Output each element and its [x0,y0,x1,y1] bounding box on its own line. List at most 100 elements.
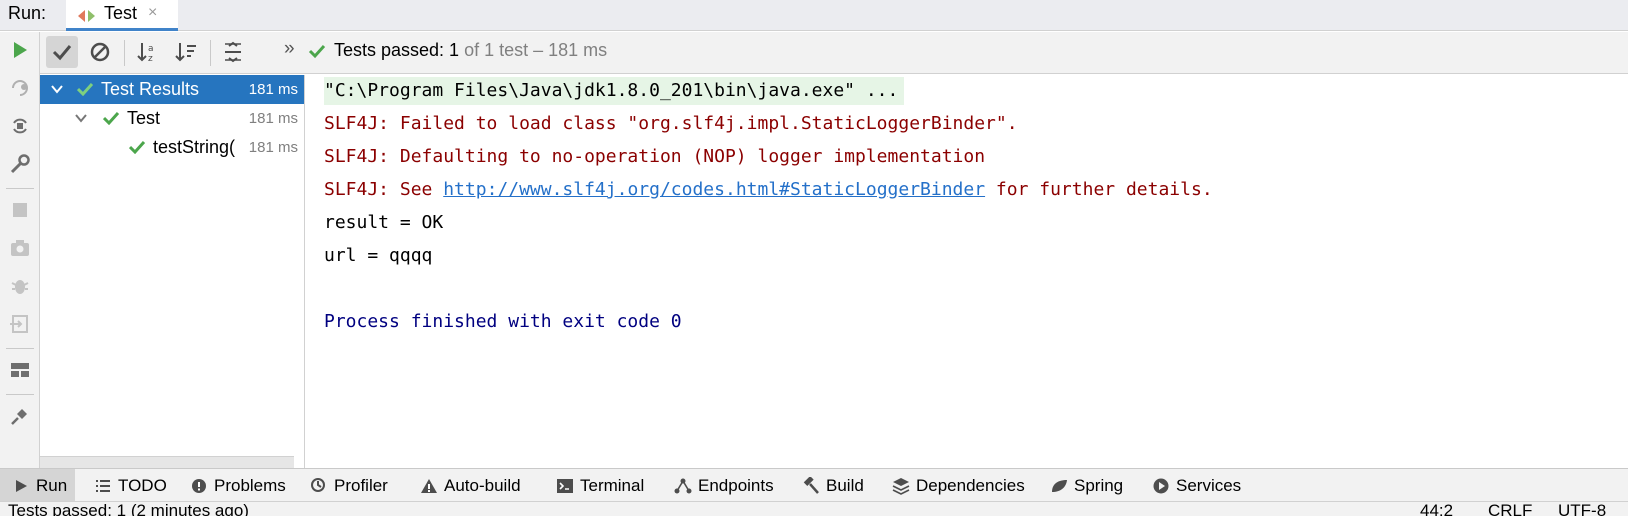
test-status-summary: Tests passed: 1 of 1 test – 181 ms [334,40,607,61]
toolbar-separator [6,394,34,395]
ide-run-window: Run: Test × a z » Tests passed: 1 of 1 t… [0,0,1628,516]
pin-tab-button[interactable] [8,404,32,428]
console-link[interactable]: http://www.slf4j.org/codes.html#StaticLo… [443,179,985,200]
test-tree: Test Results 181 ms Test 181 ms testStri… [40,75,305,468]
toolbar-separator [210,40,211,66]
ignored-icon [90,42,110,62]
sort-alpha-icon: az [137,43,154,63]
tool-tab-label: Endpoints [698,475,774,495]
tool-tab-label: Spring [1074,475,1124,495]
console-output[interactable]: "C:\Program Files\Java\jdk1.8.0_201\bin\… [306,75,1628,468]
tree-item-time: 181 ms [248,81,298,98]
layers-icon [892,477,910,495]
expand-all-button[interactable] [217,36,249,68]
chevron-down-icon[interactable] [51,83,63,95]
console-output-line: result = OK [324,212,444,233]
layout-button[interactable] [8,358,32,382]
tree-row-test-results[interactable]: Test Results 181 ms [40,75,304,104]
console-error-line: SLF4J: Failed to load class "org.slf4j.i… [324,113,1018,134]
run-label: Run: [8,3,47,23]
play-icon [14,42,27,58]
rerun-button[interactable] [8,38,32,62]
tree-item-time: 181 ms [248,139,298,156]
more-actions-button[interactable]: » [284,38,295,60]
tree-item-time: 181 ms [248,110,298,127]
tool-tab-services[interactable]: Services [1152,469,1241,502]
rerun-failed-icon [12,80,28,96]
sort-by-duration-button[interactable] [170,36,202,68]
tool-tab-label: TODO [118,475,167,495]
wrench-icon [10,154,30,174]
tree-item-label: Test [127,108,161,128]
bug-icon [11,280,29,294]
tool-tab-dependencies[interactable]: Dependencies [892,469,1025,502]
status-passed: Tests passed: 1 [334,40,460,60]
tests-passed-check-icon [308,44,326,59]
test-toolbar: az » Tests passed: 1 of 1 test – 181 ms [40,32,1628,74]
toolbar-separator [6,188,34,189]
file-encoding[interactable]: UTF-8 [1558,501,1606,516]
show-passed-button[interactable] [46,36,78,68]
tool-tab-problems[interactable]: Problems [190,469,286,502]
toolbar-separator [6,348,34,349]
auto-test-icon [13,118,27,134]
console-text: SLF4J: See [324,179,444,200]
tree-row-test-string[interactable]: testString( 181 ms [40,133,304,162]
import-icon [10,315,28,333]
tool-tab-label: Auto-build [444,475,521,495]
checkmark-icon [52,45,72,61]
status-bar: Tests passed: 1 (2 minutes ago) 44:2 CRL… [0,501,1628,516]
tree-horizontal-scrollbar[interactable] [40,456,294,468]
endpoints-icon [674,477,692,495]
rerun-failed-button[interactable] [8,76,32,100]
run-vertical-toolbar [0,32,40,468]
caret-position[interactable]: 44:2 [1420,501,1453,516]
info-icon [190,477,208,495]
tool-tab-auto-build[interactable]: Auto-build [420,469,521,502]
tool-tab-label: Services [1176,475,1242,495]
tab-test[interactable]: Test × [66,0,178,31]
tool-tab-label: Build [826,475,864,495]
tool-tab-spring[interactable]: Spring [1050,469,1123,502]
tool-tab-run[interactable]: Run [0,469,76,502]
tool-tab-label: Terminal [580,475,645,495]
console-command-line[interactable]: "C:\Program Files\Java\jdk1.8.0_201\bin\… [324,77,905,105]
dump-threads-button[interactable] [8,236,32,260]
svg-text:a: a [148,44,154,54]
import-test-results-button[interactable] [8,312,32,336]
tool-tab-build[interactable]: Build [802,469,864,502]
run-tab-bar: Run: Test × [0,0,1628,31]
line-separator[interactable]: CRLF [1488,501,1532,516]
console-error-line: SLF4J: See http://www.slf4j.org/codes.ht… [324,176,1213,204]
stop-button[interactable] [8,198,32,222]
tool-tab-label: Dependencies [916,475,1025,495]
tool-tab-profiler[interactable]: Profiler [310,469,388,502]
test-config-icon [78,10,95,22]
settings-button[interactable] [8,152,32,176]
tree-row-test[interactable]: Test 181 ms [40,104,304,133]
console-error-line: SLF4J: Defaulting to no-operation (NOP) … [324,146,986,167]
play-icon [12,477,30,495]
passed-check-icon [129,140,145,154]
tab-test-label: Test [104,3,138,23]
status-message[interactable]: Tests passed: 1 (2 minutes ago) [8,501,249,516]
sort-alphabetically-button[interactable]: az [132,36,164,68]
close-icon[interactable]: × [148,4,157,22]
camera-icon [11,240,29,256]
expand-all-icon [225,41,241,63]
tool-tab-endpoints[interactable]: Endpoints [674,469,774,502]
tool-tab-terminal[interactable]: Terminal [556,469,644,502]
tool-tab-label: Profiler [334,475,388,495]
tool-tab-todo[interactable]: TODO [94,469,167,502]
console-text: for further details. [985,179,1213,200]
debug-button[interactable] [8,274,32,298]
terminal-icon [556,477,574,495]
console-output-line: url = qqqq [324,245,433,266]
status-detail: of 1 test – 181 ms [464,40,608,60]
chevron-down-icon[interactable] [75,112,87,124]
show-ignored-button[interactable] [84,36,116,68]
toggle-auto-test-button[interactable] [8,114,32,138]
warning-icon [420,477,438,495]
layout-icon [11,363,29,377]
console-exit-line: Process finished with exit code 0 [324,311,682,332]
